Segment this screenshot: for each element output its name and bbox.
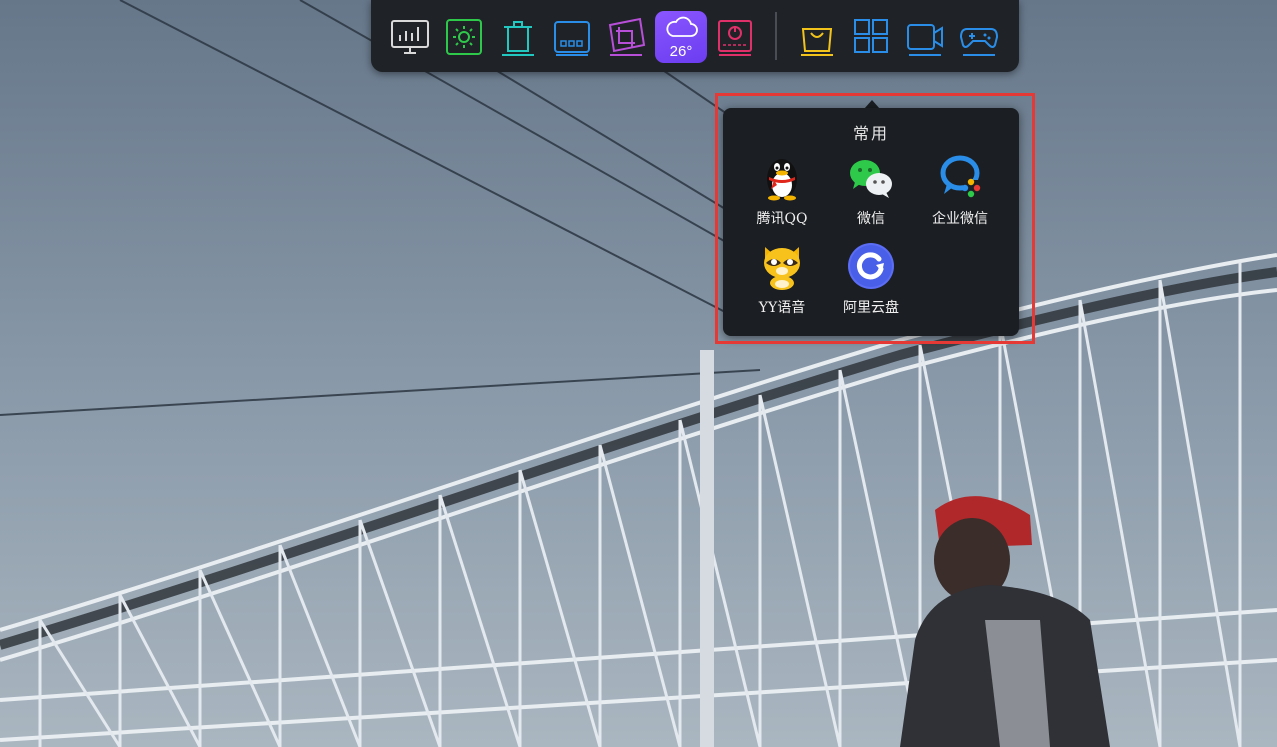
dock-games-button[interactable] — [953, 11, 1005, 63]
shopping-bag-icon — [801, 28, 833, 56]
dock-weather-button[interactable]: 26° — [655, 11, 707, 63]
trash-icon — [502, 21, 534, 56]
dock-separator — [775, 12, 777, 60]
drive-icon — [554, 21, 590, 56]
top-dock: 26° — [371, 0, 1019, 72]
dock-video-button[interactable] — [899, 11, 951, 63]
desktop-wallpaper — [0, 0, 1277, 747]
weather-temperature: 26° — [669, 43, 693, 60]
dock-power-button[interactable] — [709, 11, 761, 63]
popup-highlight-box — [715, 93, 1035, 344]
dock-apps-button[interactable] — [845, 11, 897, 63]
dock-storage-button[interactable] — [546, 11, 598, 63]
power-icon — [718, 20, 752, 56]
gear-icon — [446, 19, 482, 55]
dock-settings-button[interactable] — [438, 11, 490, 63]
dock-screenshot-button[interactable] — [600, 11, 652, 63]
monitor-chart-icon — [391, 20, 429, 54]
video-camera-icon — [907, 24, 943, 56]
dock-shopping-button[interactable] — [791, 11, 843, 63]
dock-monitor-button[interactable] — [384, 11, 436, 63]
crop-icon — [608, 17, 646, 56]
grid-icon — [854, 19, 888, 53]
gamepad-icon — [959, 28, 999, 56]
dock-trash-button[interactable] — [492, 11, 544, 63]
